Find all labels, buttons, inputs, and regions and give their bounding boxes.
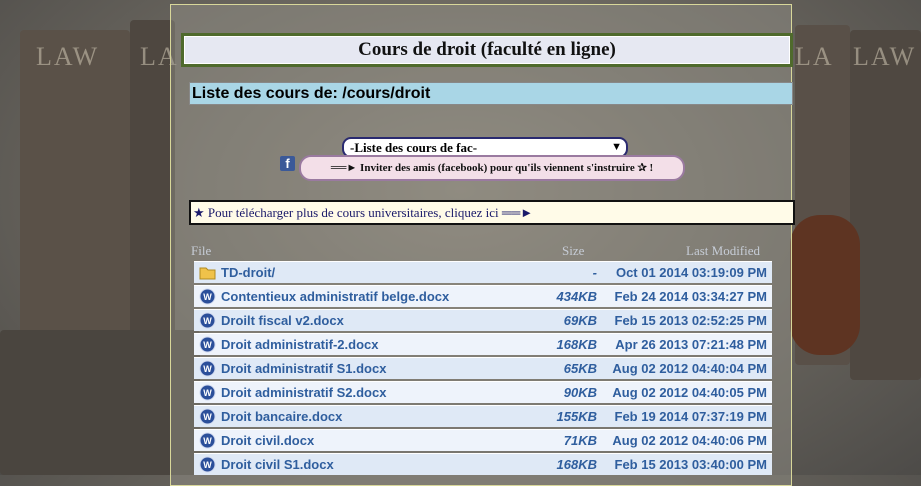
word-doc-icon: W [199, 408, 216, 425]
file-size: 168KB [556, 457, 597, 472]
file-modified: Aug 02 2012 04:40:04 PM [612, 361, 767, 376]
svg-text:W: W [203, 460, 212, 470]
column-header-size[interactable]: Size [562, 243, 584, 259]
word-doc-icon: W [199, 384, 216, 401]
file-modified: Aug 02 2012 04:40:05 PM [612, 385, 767, 400]
file-modified: Apr 26 2013 07:21:48 PM [615, 337, 767, 352]
svg-text:W: W [203, 340, 212, 350]
file-name-link[interactable]: Droit administratif S2.docx [221, 382, 386, 404]
facebook-icon[interactable]: f [280, 156, 295, 171]
course-select-value: -Liste des cours de fac- [350, 140, 478, 155]
file-list: TD-droit/ - Oct 01 2014 03:19:09 PM W Co… [194, 261, 772, 477]
file-name-link[interactable]: Droit bancaire.docx [221, 406, 342, 428]
word-doc-icon: W [199, 288, 216, 305]
word-doc-icon: W [199, 360, 216, 377]
file-modified: Feb 19 2014 07:37:19 PM [614, 409, 767, 424]
file-modified: Feb 15 2013 03:40:00 PM [614, 457, 767, 472]
file-name-link[interactable]: Droit civil S1.docx [221, 454, 334, 476]
file-name-link[interactable]: Droit administratif S1.docx [221, 358, 386, 380]
svg-text:W: W [203, 436, 212, 446]
file-size: - [592, 265, 597, 280]
invite-friends-button[interactable]: ══► Inviter des amis (facebook) pour qu'… [299, 155, 685, 181]
svg-text:W: W [203, 292, 212, 302]
file-row[interactable]: W Droit administratif S2.docx 90KB Aug 0… [194, 381, 772, 403]
file-size: 71KB [563, 433, 597, 448]
file-row[interactable]: W Droit bancaire.docx 155KB Feb 19 2014 … [194, 405, 772, 427]
file-row[interactable]: TD-droit/ - Oct 01 2014 03:19:09 PM [194, 261, 772, 283]
file-row[interactable]: W Droit civil S1.docx 168KB Feb 15 2013 … [194, 453, 772, 475]
file-name-link[interactable]: TD-droit/ [221, 262, 275, 284]
file-size: 90KB [563, 385, 597, 400]
file-name-link[interactable]: Droilt fiscal v2.docx [221, 310, 344, 332]
file-modified: Feb 15 2013 02:52:25 PM [614, 313, 767, 328]
file-modified: Aug 02 2012 04:40:06 PM [612, 433, 767, 448]
svg-text:W: W [203, 364, 212, 374]
file-name-link[interactable]: Droit administratif-2.docx [221, 334, 378, 356]
page-title: Cours de droit (faculté en ligne) [181, 33, 793, 67]
file-row[interactable]: W Droit civil.docx 71KB Aug 02 2012 04:4… [194, 429, 772, 451]
word-doc-icon: W [199, 336, 216, 353]
file-row[interactable]: W Droit administratif-2.docx 168KB Apr 2… [194, 333, 772, 355]
word-doc-icon: W [199, 432, 216, 449]
folder-icon [199, 267, 216, 280]
word-doc-icon: W [199, 456, 216, 473]
column-header-file[interactable]: File [191, 243, 211, 259]
file-size: 168KB [556, 337, 597, 352]
svg-text:W: W [203, 412, 212, 422]
file-row[interactable]: W Droit administratif S1.docx 65KB Aug 0… [194, 357, 772, 379]
column-header-modified[interactable]: Last Modified [686, 243, 760, 259]
word-doc-icon: W [199, 312, 216, 329]
svg-text:W: W [203, 316, 212, 326]
file-size: 434KB [556, 289, 597, 304]
svg-text:W: W [203, 388, 212, 398]
file-name-link[interactable]: Droit civil.docx [221, 430, 314, 452]
file-size: 65KB [563, 361, 597, 376]
file-modified: Oct 01 2014 03:19:09 PM [615, 265, 767, 280]
file-size: 69KB [563, 313, 597, 328]
file-name-link[interactable]: Contentieux administratif belge.docx [221, 286, 449, 308]
more-courses-link[interactable]: ★ Pour télécharger plus de cours univers… [189, 200, 795, 225]
chevron-down-icon: ▼ [611, 141, 622, 153]
file-size: 155KB [556, 409, 597, 424]
file-row[interactable]: W Contentieux administratif belge.docx 4… [194, 285, 772, 307]
file-row[interactable]: W Droilt fiscal v2.docx 69KB Feb 15 2013… [194, 309, 772, 331]
directory-path: Liste des cours de: /cours/droit [189, 82, 793, 105]
file-modified: Feb 24 2014 03:34:27 PM [614, 289, 767, 304]
